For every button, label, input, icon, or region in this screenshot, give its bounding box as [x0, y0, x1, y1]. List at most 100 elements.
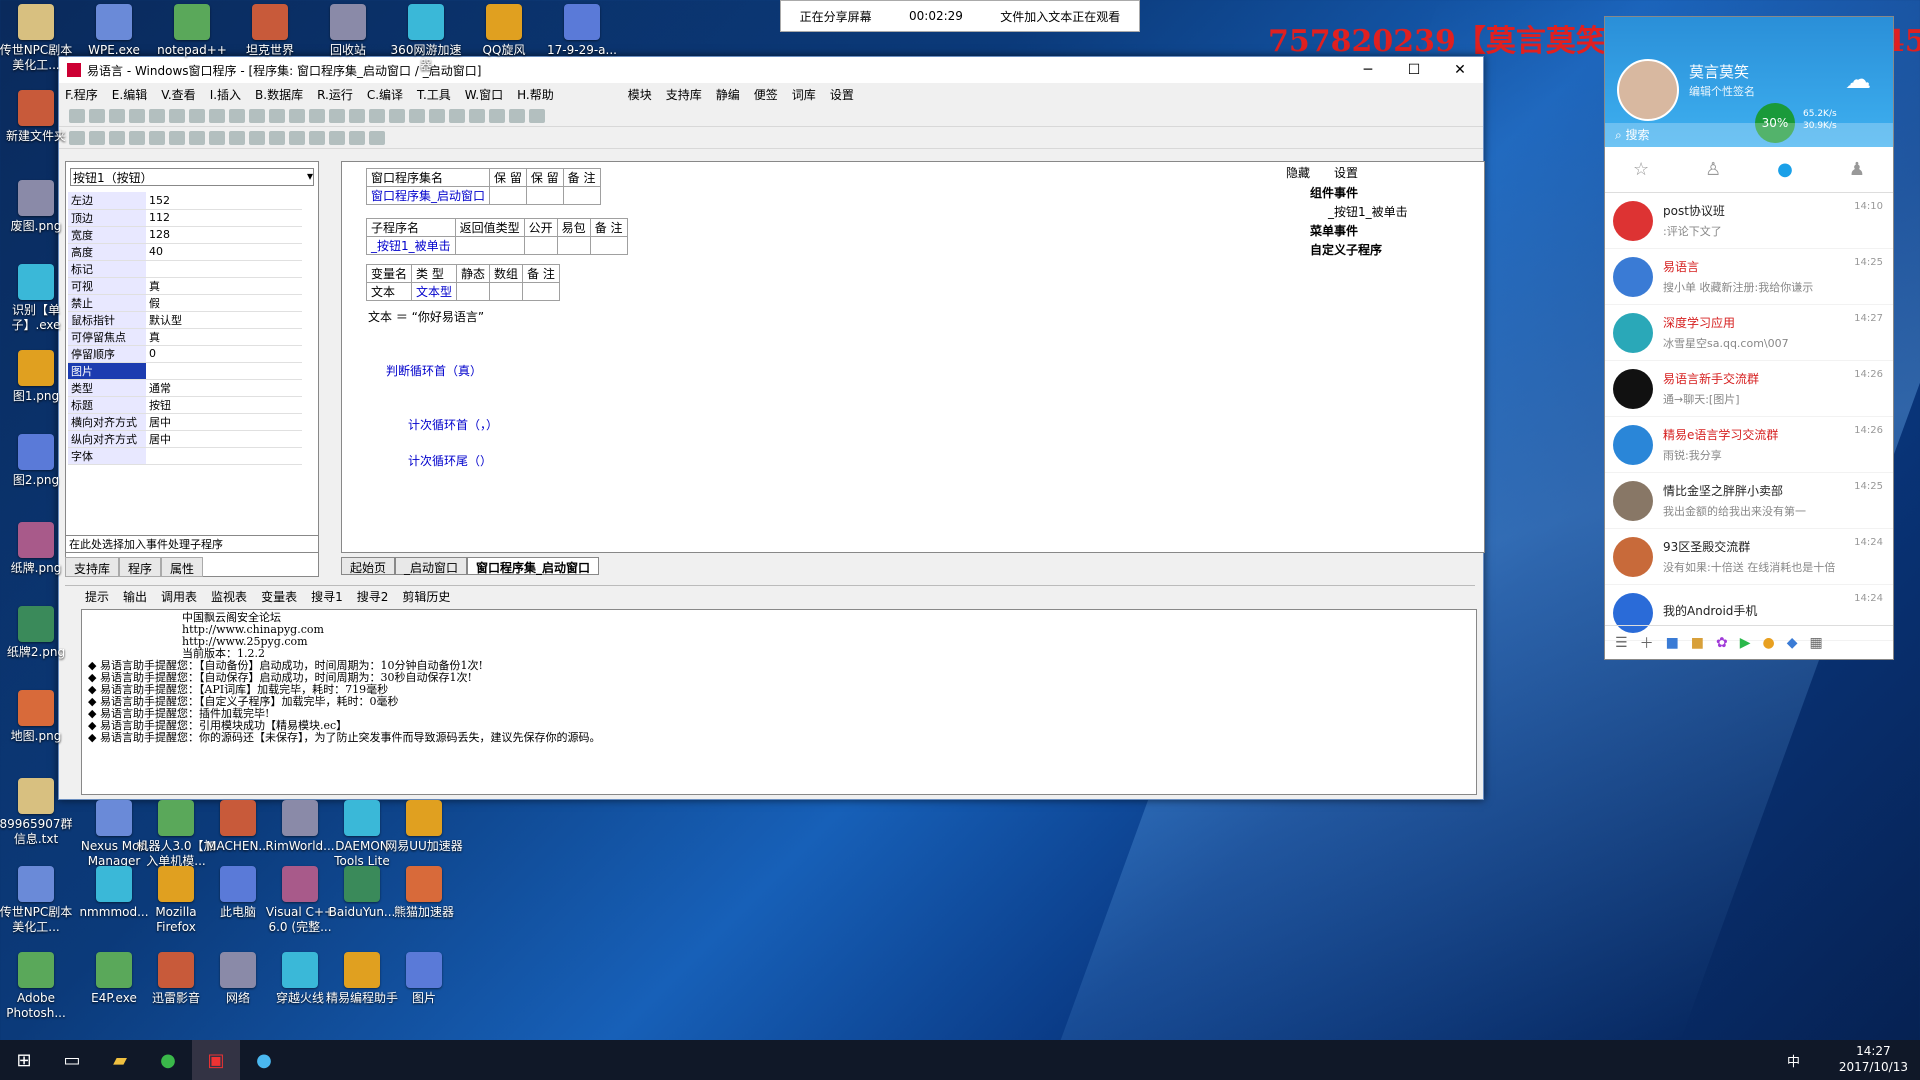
property-value[interactable]: 0 [146, 345, 302, 363]
desktop-icon[interactable]: 新建文件夹 [0, 90, 76, 144]
cloud-icon[interactable]: ☁ [1845, 65, 1871, 95]
output-tab[interactable]: 剪辑历史 [402, 588, 450, 605]
property-value[interactable]: 112 [146, 209, 302, 227]
add-icon[interactable]: ＋ [1640, 633, 1654, 653]
property-row[interactable]: 左边 152 [68, 192, 302, 210]
maximize-icon[interactable]: ☐ [1391, 57, 1437, 83]
menu-item-right[interactable]: 便签 [754, 86, 778, 103]
app-icon-4[interactable]: ▶ [1740, 635, 1751, 651]
property-row[interactable]: 鼠标指针 默认型 [68, 311, 302, 329]
menu-item[interactable]: T.工具 [417, 86, 451, 103]
browser-icon[interactable]: ● [144, 1040, 192, 1080]
code-line-while[interactable]: 判断循环首（真） [386, 362, 482, 379]
desktop-icon[interactable]: 360网游加速器 [386, 4, 466, 73]
code-line-endfor[interactable]: 计次循环尾（） [408, 452, 492, 469]
output-tab[interactable]: 搜寻2 [357, 588, 389, 605]
chat-icon[interactable]: ● [1777, 159, 1793, 180]
output-tab[interactable]: 监视表 [211, 588, 247, 605]
app-icon-2[interactable]: ■ [1691, 635, 1704, 651]
chat-item[interactable]: 深度学习应用 冰雪星空sa.qq.com\007 14:27 [1605, 305, 1893, 361]
desktop-icon[interactable]: 17-9-29-a... [542, 4, 622, 58]
property-value[interactable]: 152 [146, 192, 302, 210]
output-tab[interactable]: 提示 [85, 588, 109, 605]
toolbar-button-icon[interactable] [229, 108, 245, 123]
event-select[interactable]: 在此处选择加入事件处理子程序 [65, 535, 319, 553]
toolbar-button-icon[interactable] [169, 108, 185, 123]
toolbar-button-icon[interactable] [129, 108, 145, 123]
toolbar-button-icon[interactable] [449, 108, 465, 123]
shield-icon[interactable]: ◆ [1787, 635, 1798, 651]
toolbar-button-icon[interactable] [509, 108, 525, 123]
toolbar-button-icon[interactable] [369, 130, 385, 145]
property-value[interactable] [146, 260, 302, 278]
avatar[interactable] [1617, 59, 1679, 121]
chat-item[interactable]: post协议班:评论下文了 14:10 [1605, 193, 1893, 249]
property-value[interactable]: 居中 [146, 430, 302, 448]
menu-item[interactable]: H.帮助 [517, 86, 554, 103]
tree-item[interactable]: _按钮1_被单击 [1288, 202, 1480, 221]
assembly-name[interactable]: 窗口程序集_启动窗口 [365, 186, 491, 205]
output-tab[interactable]: 输出 [123, 588, 147, 605]
code-editor[interactable]: 窗口程序集名保 留保 留备 注 窗口程序集_启动窗口 子程序名 返回值类型 公开 易包… [341, 161, 1485, 553]
desktop-icon[interactable]: Adobe Photosh... [0, 952, 76, 1021]
app-icon-1[interactable]: ■ [1666, 635, 1679, 651]
desktop-icon[interactable]: 传世NPC剧本美化工... [0, 866, 76, 935]
menu-item[interactable]: C.编译 [367, 86, 403, 103]
property-row[interactable]: 高度 40 [68, 243, 302, 261]
var-type[interactable]: 文本型 [411, 282, 458, 301]
toolbar-button-icon[interactable] [309, 130, 325, 145]
toolbar-button-icon[interactable] [289, 108, 305, 123]
toolbar-button-icon[interactable] [469, 108, 485, 123]
property-row[interactable]: 类型 通常 [68, 379, 302, 397]
chat-item[interactable]: 情比金坚之胖胖小卖部 我出金额的给我出来没有第一 14:25 [1605, 473, 1893, 529]
menu-item[interactable]: E.编辑 [112, 86, 147, 103]
output-tab[interactable]: 变量表 [261, 588, 297, 605]
property-value[interactable] [146, 447, 302, 465]
desktop-icon[interactable]: 回收站 [308, 4, 388, 58]
toolbar-button-icon[interactable] [529, 108, 545, 123]
toolbar-button-icon[interactable] [249, 108, 265, 123]
grid-icon[interactable]: ▦ [1810, 635, 1823, 651]
property-value[interactable]: 按钮 [146, 396, 302, 414]
property-value[interactable]: 真 [146, 277, 302, 295]
task-view-icon[interactable]: ▭ [48, 1040, 96, 1080]
property-row[interactable]: 横向对齐方式 居中 [68, 413, 302, 431]
start-icon[interactable]: ⊞ [0, 1040, 48, 1080]
menu-item[interactable]: R.运行 [317, 86, 353, 103]
star-icon[interactable]: ☆ [1633, 159, 1649, 180]
toolbar-button-icon[interactable] [109, 130, 125, 145]
toolbar-button-icon[interactable] [149, 130, 165, 145]
toolbar-button-icon[interactable] [389, 108, 405, 123]
toolbar-button-icon[interactable] [89, 108, 105, 123]
property-row[interactable]: 标记 [68, 260, 302, 278]
tree-item[interactable]: 菜单事件 [1288, 221, 1480, 240]
desktop-icon[interactable]: notepad++ [152, 4, 232, 58]
desktop-icon[interactable]: 废图.png [0, 180, 76, 234]
group-icon[interactable]: ♟ [1849, 159, 1865, 180]
close-icon[interactable]: ✕ [1437, 57, 1483, 83]
menu-item-right[interactable]: 静编 [716, 86, 740, 103]
left-tab[interactable]: 程序 [119, 557, 162, 577]
desktop-icon[interactable]: WPE.exe [74, 4, 154, 58]
tree-header-item[interactable]: 设置 [1334, 164, 1358, 181]
toolbar-button-icon[interactable] [249, 130, 265, 145]
toolbar-button-icon[interactable] [109, 108, 125, 123]
eyuyan-taskbar-icon[interactable]: ▣ [192, 1040, 240, 1080]
menu-icon[interactable]: ☰ [1615, 635, 1628, 651]
toolbar-button-icon[interactable] [329, 130, 345, 145]
component-select[interactable]: 按钮1（按钮） ▾ [70, 168, 314, 186]
property-value[interactable]: 128 [146, 226, 302, 244]
property-row[interactable]: 可停留焦点真 [68, 328, 302, 346]
menu-item-right[interactable]: 词库 [792, 86, 816, 103]
desktop-icon[interactable]: 图片 [384, 952, 464, 1006]
toolbar-button-icon[interactable] [229, 130, 245, 145]
qq-search[interactable]: ⌕ 搜索 [1605, 123, 1893, 147]
toolbar-button-icon[interactable] [289, 130, 305, 145]
desktop-icon[interactable]: 网易UU加速器 [384, 800, 464, 854]
app-icon-5[interactable]: ● [1763, 635, 1775, 651]
property-value[interactable]: 40 [146, 243, 302, 261]
toolbar-button-icon[interactable] [189, 108, 205, 123]
desktop-icon[interactable]: 89965907群信息.txt [0, 778, 76, 847]
toolbar-button-icon[interactable] [269, 108, 285, 123]
clock[interactable]: 14:27 2017/10/13 [1839, 1043, 1908, 1075]
